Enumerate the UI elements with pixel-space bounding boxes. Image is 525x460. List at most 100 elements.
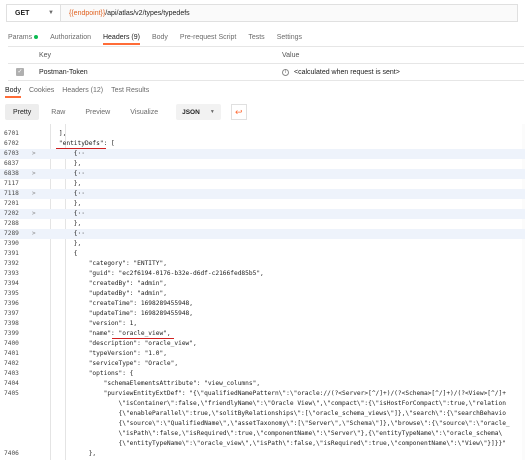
response-body-code[interactable]: 6701 ], 6702 "entityDefs": [6703 > {·· 6837… — [0, 124, 525, 460]
line-number: 7406 — [4, 450, 19, 457]
tab-authorization[interactable]: Authorization — [50, 34, 91, 41]
code-line: 7400 "description": "oracle_view", — [0, 339, 525, 349]
line-number: 7117 — [4, 180, 19, 187]
url-variable: {{endpoint}} — [69, 9, 106, 17]
code-text: "category": "ENTITY", — [44, 260, 167, 267]
tab-tests[interactable]: Tests — [248, 34, 264, 41]
code-line: 6837 }, — [0, 159, 525, 169]
code-line: 7406 }, — [0, 449, 525, 459]
code-line: 7393 "guid": "ec2f6194-0176-b32e-d6df-c2… — [0, 269, 525, 279]
code-line: \"isPath\":false,\"isRequired\":true,\"c… — [0, 429, 525, 439]
code-text: }, — [44, 180, 82, 187]
tab-body[interactable]: Body — [152, 34, 168, 41]
tab-response-headers[interactable]: Headers (12) — [62, 87, 103, 94]
table-row: ✓ Postman-Token i <calculated when reque… — [8, 64, 524, 81]
tab-test-results[interactable]: Test Results — [111, 87, 149, 94]
url-input[interactable]: {{endpoint}}/api/atlas/v2/types/typedefs — [61, 10, 190, 17]
chevron-right-icon[interactable]: > — [32, 209, 36, 219]
method-label: GET — [15, 9, 30, 17]
line-number: 7397 — [4, 310, 19, 317]
line-number: 6837 — [4, 160, 19, 167]
raw-button[interactable]: Raw — [43, 104, 73, 120]
code-text: }, — [44, 160, 82, 167]
code-line: 7399 "name": "oracle_view", — [0, 329, 525, 339]
checkbox[interactable]: ✓ — [16, 68, 24, 76]
code-text: \"isPath\":false,\"isRequired\":true,\"c… — [44, 430, 503, 437]
annotation-underline — [56, 148, 106, 149]
line-number: 7400 — [4, 340, 19, 347]
code-text: {\"entityTypeName\":\"oracle_view\",\"is… — [44, 440, 506, 447]
tab-cookies[interactable]: Cookies — [29, 87, 54, 94]
line-number: 7289 — [4, 230, 19, 237]
code-line: 7403 "options": { — [0, 369, 525, 379]
code-line: 7202 > {·· — [0, 209, 525, 219]
chevron-right-icon[interactable]: > — [32, 169, 36, 179]
code-text: "createdBy": "admin", — [44, 280, 167, 287]
chevron-down-icon: ▼ — [209, 109, 215, 115]
wrap-lines-icon[interactable]: ↩ — [230, 104, 247, 120]
tab-response-body[interactable]: Body — [5, 87, 21, 98]
code-line: 7405 "purviewEntityExtDef": "{\"qualifie… — [0, 389, 525, 399]
tab-pre-request-script[interactable]: Pre-request Script — [180, 34, 236, 41]
response-tabs: Body Cookies Headers (12) Test Results — [5, 87, 157, 98]
format-select[interactable]: JSON ▼ — [176, 104, 221, 120]
code-line: 7394 "createdBy": "admin", — [0, 279, 525, 289]
code-line: 7392 "category": "ENTITY", — [0, 259, 525, 269]
line-number: 7118 — [4, 190, 19, 197]
header-value[interactable]: <calculated when request is sent> — [294, 69, 400, 76]
preview-button[interactable]: Preview — [77, 104, 118, 120]
headers-table-header: Key Value — [8, 47, 524, 64]
tab-settings[interactable]: Settings — [277, 34, 302, 41]
chevron-right-icon[interactable]: > — [32, 189, 36, 199]
code-text: "purviewEntityExtDef": "{\"qualifiedName… — [44, 390, 506, 397]
format-label: JSON — [182, 108, 200, 116]
url-bar: GET ▼ {{endpoint}}/api/atlas/v2/types/ty… — [6, 4, 518, 22]
method-select[interactable]: GET ▼ — [7, 5, 61, 21]
code-text: {\"enableParallel\":true,\"solitByRelati… — [44, 410, 506, 417]
line-number: 7404 — [4, 380, 19, 387]
tab-params[interactable]: Params — [8, 33, 39, 41]
line-number: 7394 — [4, 280, 19, 287]
code-text: "description": "oracle_view", — [44, 340, 197, 347]
line-number: 7393 — [4, 270, 19, 277]
line-number: 7403 — [4, 370, 19, 377]
header-key[interactable]: Postman-Token — [32, 69, 278, 76]
code-text: }, — [44, 450, 97, 457]
code-line: 6701 ], — [0, 129, 525, 139]
code-line: 6703 > {·· — [0, 149, 525, 159]
line-number: 7288 — [4, 220, 19, 227]
code-text: {\"source\":\"QualifiedName\",\"assetTax… — [44, 420, 510, 427]
line-number: 7390 — [4, 240, 19, 247]
visualize-button[interactable]: Visualize — [122, 104, 166, 120]
line-number: 7391 — [4, 250, 19, 257]
code-line: 7288 }, — [0, 219, 525, 229]
line-number: 7405 — [4, 390, 19, 397]
code-line: 6838 > {·· — [0, 169, 525, 179]
column-key: Key — [39, 51, 52, 59]
code-text: "guid": "ec2f6194-0176-b32e-d6df-c2166fe… — [44, 270, 264, 277]
line-number: 7398 — [4, 320, 19, 327]
tab-headers[interactable]: Headers (9) — [102, 34, 140, 45]
code-text: {·· — [44, 230, 85, 237]
code-text: {·· — [44, 190, 85, 197]
tab-params-label: Params — [8, 33, 33, 41]
code-text: "updateTime": 1698289455948, — [44, 310, 194, 317]
code-text: {·· — [44, 150, 85, 157]
code-line: 7289 > {·· — [0, 229, 525, 239]
chevron-right-icon[interactable]: > — [32, 149, 36, 159]
code-line: 7117 }, — [0, 179, 525, 189]
code-text: {·· — [44, 170, 85, 177]
chevron-right-icon[interactable]: > — [32, 229, 36, 239]
line-number: 7202 — [4, 210, 19, 217]
code-line: 7397 "updateTime": 1698289455948, — [0, 309, 525, 319]
line-number: 7392 — [4, 260, 19, 267]
line-number: 6701 — [4, 130, 19, 137]
code-text: "version": 1, — [44, 320, 138, 327]
url-path: /api/atlas/v2/types/typedefs — [105, 9, 190, 17]
chevron-down-icon: ▼ — [48, 10, 54, 16]
pretty-button[interactable]: Pretty — [5, 104, 40, 120]
code-text: "createTime": 1698289455948, — [44, 300, 194, 307]
info-icon[interactable]: i — [282, 68, 289, 76]
column-value: Value — [282, 51, 300, 59]
code-line: {\"enableParallel\":true,\"solitByRelati… — [0, 409, 525, 419]
